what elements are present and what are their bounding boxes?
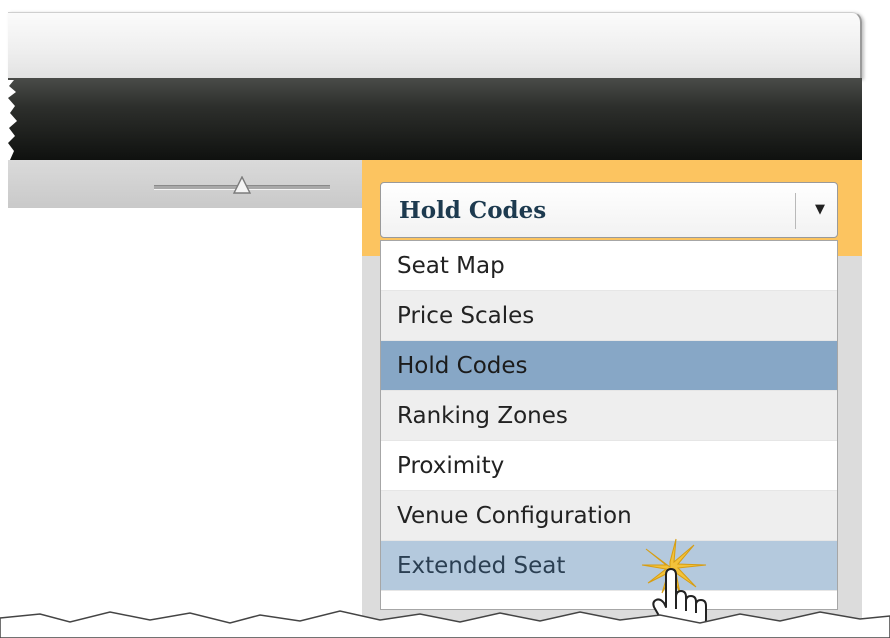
view-select[interactable]: Hold Codes ▼: [380, 182, 838, 238]
zoom-slider-strip: [8, 160, 362, 208]
option-extended-seat[interactable]: Extended Seat: [381, 541, 837, 591]
option-price-scales[interactable]: Price Scales: [381, 291, 837, 341]
view-select-value: Hold Codes: [399, 197, 547, 224]
torn-edge-left: [0, 80, 17, 160]
option-hold-codes[interactable]: Hold Codes: [381, 341, 837, 391]
option-ranking-zones[interactable]: Ranking Zones: [381, 391, 837, 441]
option-venue-configuration[interactable]: Venue Configuration: [381, 491, 837, 541]
slider-thumb-icon[interactable]: [232, 176, 252, 196]
top-toolbar: [8, 12, 862, 79]
dropdown-arrow-icon[interactable]: ▼: [805, 183, 835, 237]
torn-edge-bottom: [0, 610, 890, 638]
view-options-list: Seat Map Price Scales Hold Codes Ranking…: [380, 240, 838, 610]
option-proximity[interactable]: Proximity: [381, 441, 837, 491]
select-divider: [795, 193, 796, 229]
option-seat-map[interactable]: Seat Map: [381, 241, 837, 291]
screenshot-frame: Hold Codes ▼ Seat Map Price Scales Hold …: [0, 0, 890, 638]
app-header-bar: [8, 78, 862, 160]
